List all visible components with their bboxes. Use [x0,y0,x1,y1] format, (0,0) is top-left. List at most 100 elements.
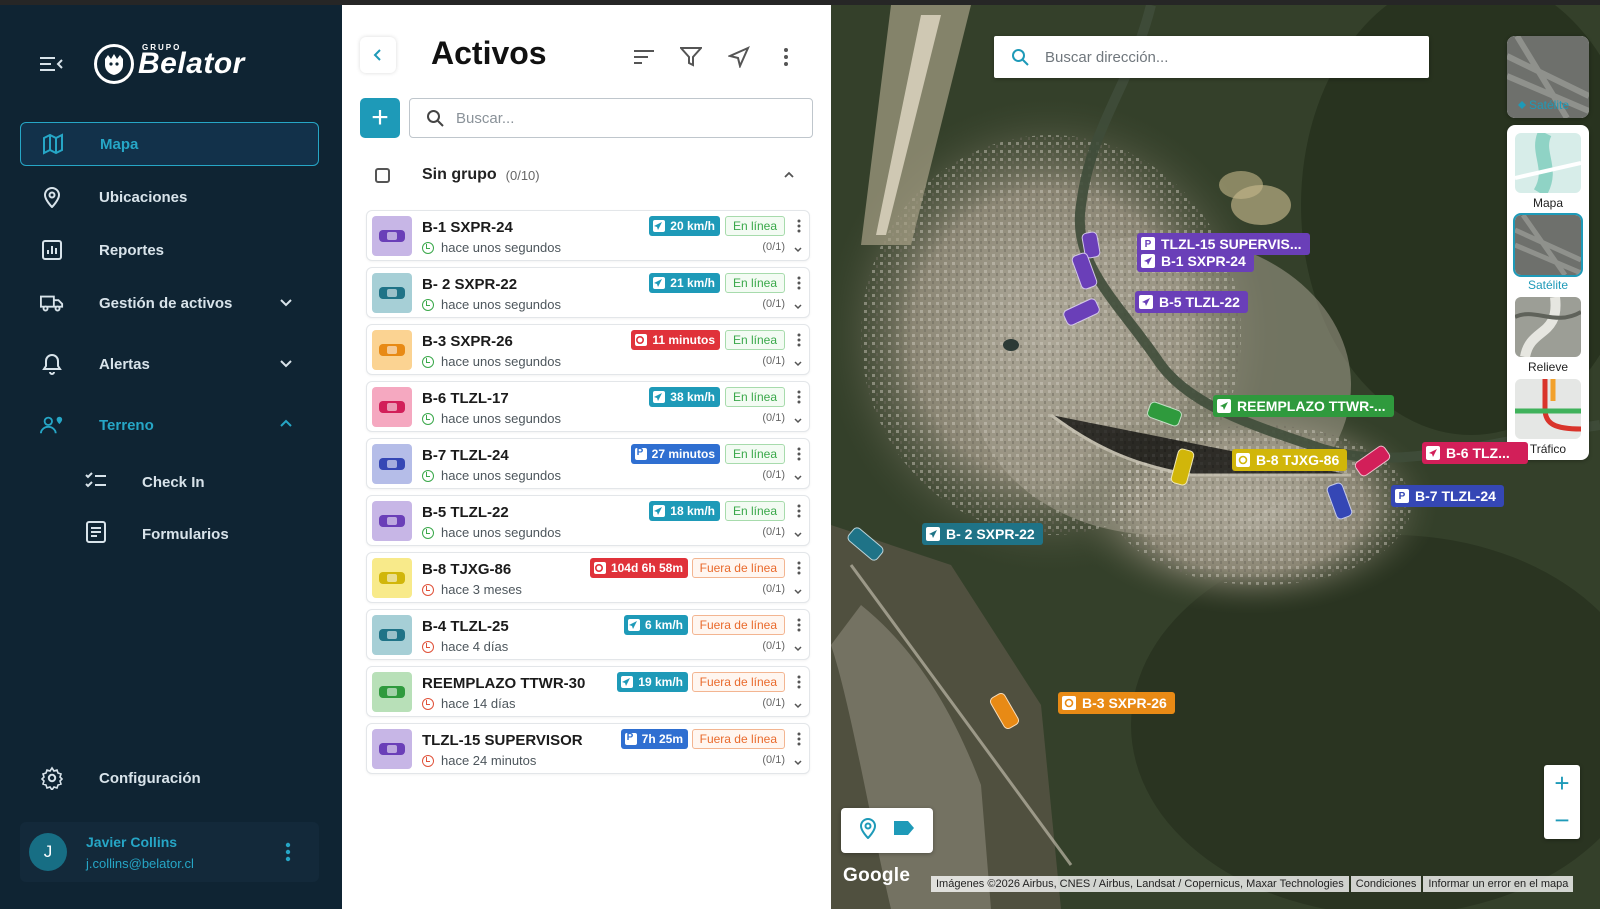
nav-item-ubicaciones[interactable]: Ubicaciones [20,175,319,219]
chevron-down-icon[interactable] [793,242,803,253]
nav-item-mapa[interactable]: Mapa [20,122,319,166]
truck-icon [40,291,64,315]
zoom-out-button[interactable]: − [1544,802,1580,839]
vehicle-thumbnail [372,273,412,313]
vehicle-label[interactable]: B-8 TJXG-86 [1232,449,1348,471]
asset-card[interactable]: B-1 SXPR-24 hace unos segundos 20 km/h En l… [366,210,810,261]
vehicle-label[interactable]: B-1 SXPR-24 [1137,250,1254,272]
asset-fraction: (0/1) [762,640,785,652]
terms-link[interactable]: Condiciones [1350,876,1422,892]
layer-toggle-button[interactable]: Satélite [1507,36,1589,118]
moving-arrow-icon [1141,254,1155,268]
layer-option-satelite[interactable]: Satélite [1513,213,1583,293]
layer-option-mapa[interactable]: Mapa [1515,133,1581,211]
location-pin-icon[interactable] [859,817,877,844]
chevron-down-icon[interactable] [793,470,803,481]
attribution-text: Imágenes ©2026 Airbus, CNES / Airbus, La… [931,876,1349,892]
more-vertical-icon[interactable] [797,675,801,689]
chevron-down-icon[interactable] [793,299,803,310]
nav-item-terreno[interactable]: Terreno [20,403,319,447]
chevron-down-icon[interactable] [793,584,803,595]
menu-collapse-icon[interactable] [38,52,64,76]
nav-item-alertas[interactable]: Alertas [20,342,319,386]
chevron-down-icon[interactable] [793,527,803,538]
layer-current: Satélite [1517,98,1569,112]
speed-badge-text: 38 km/h [670,390,715,404]
more-vertical-icon[interactable] [285,842,291,862]
chevron-down-icon[interactable] [793,755,803,766]
more-vertical-icon[interactable] [797,333,801,347]
logo-small-text: GRUPO [142,43,182,52]
address-search-input[interactable] [1045,48,1415,66]
sort-icon[interactable] [632,45,656,69]
chevron-up-icon[interactable] [780,166,798,184]
chevron-down-icon[interactable] [793,641,803,652]
vehicle-label-text: B-7 TLZL-24 [1415,488,1496,504]
group-select-checkbox[interactable] [375,167,390,183]
filter-icon[interactable] [679,45,703,69]
user-card[interactable]: J Javier Collins j.collins@belator.cl [20,822,319,882]
asset-card[interactable]: TLZL-15 SUPERVISOR hace 24 minutos P 7h 25m… [366,723,810,774]
layer-option-relieve[interactable]: Relieve [1515,297,1581,375]
asset-name: B-1 SXPR-24 [422,219,513,236]
back-button[interactable] [360,37,396,73]
more-vertical-icon[interactable] [797,618,801,632]
zoom-controls: + − [1544,765,1580,839]
car-icon [379,515,405,527]
add-asset-button[interactable]: + [360,98,400,138]
vehicle-label[interactable]: B-3 SXPR-26 [1058,692,1175,714]
navigate-icon[interactable] [727,45,751,69]
map-view[interactable]: Satélite Mapa Satélite Relieve Tráfico [831,5,1600,909]
clock-icon [422,526,434,539]
asset-fraction: (0/1) [762,754,785,766]
asset-card[interactable]: B-6 TLZL-17 hace unos segundos 38 km/h En l… [366,381,810,432]
vehicle-label[interactable]: REEMPLAZO TTWR-... [1213,395,1394,417]
asset-card[interactable]: B-7 TLZL-24 hace unos segundos P 27 minutos… [366,438,810,489]
asset-card[interactable]: B-3 SXPR-26 hace unos segundos 11 minutos E… [366,324,810,375]
vehicle-label[interactable]: B-6 TLZ... [1422,442,1528,464]
nav-item-gestion-activos[interactable]: Gestión de activos [20,281,319,325]
stop-icon [593,562,606,574]
more-vertical-icon[interactable] [797,504,801,518]
vehicle-label[interactable]: B-5 TLZL-22 [1135,291,1248,313]
report-error-link[interactable]: Informar un error en el mapa [1423,876,1574,892]
car-icon [379,287,405,299]
chevron-left-icon [373,49,381,61]
more-vertical-icon[interactable] [797,732,801,746]
chevron-down-icon[interactable] [793,413,803,424]
more-vertical-icon[interactable] [797,561,801,575]
asset-card[interactable]: B-8 TJXG-86 hace 3 meses 104d 6h 58m Fuera … [366,552,810,603]
label-tag-icon[interactable] [892,820,916,841]
more-vertical-icon[interactable] [797,276,801,290]
nav-item-configuracion[interactable]: Configuración [20,756,319,800]
asset-search-input[interactable] [456,109,796,127]
more-vertical-icon[interactable] [774,45,798,69]
moving-arrow-icon [653,277,666,289]
chevron-down-icon[interactable] [793,356,803,367]
more-vertical-icon[interactable] [797,390,801,404]
clock-icon [422,241,434,254]
sub-item-formularios[interactable]: Formularios [84,514,229,554]
sub-item-check-in[interactable]: Check In [84,462,205,502]
speed-badge-text: 27 minutos [651,447,715,461]
address-search [994,36,1429,78]
zoom-in-button[interactable]: + [1544,765,1580,802]
asset-card[interactable]: REEMPLAZO TTWR-30 hace 14 días 19 km/h Fuer… [366,666,810,717]
asset-card[interactable]: B-4 TLZL-25 hace 4 días 6 km/h Fuera de lín… [366,609,810,660]
car-icon [379,743,405,755]
vehicle-label[interactable]: B- 2 SXPR-22 [922,523,1043,545]
chevron-down-icon[interactable] [793,698,803,709]
more-vertical-icon[interactable] [797,447,801,461]
vehicle-label[interactable]: P B-7 TLZL-24 [1391,485,1504,507]
nav-item-reportes[interactable]: Reportes [20,228,319,272]
status-badge: En línea [724,444,785,464]
sub-item-label: Check In [142,473,205,491]
asset-card[interactable]: B- 2 SXPR-22 hace unos segundos 21 km/h En … [366,267,810,318]
clock-icon [422,412,434,425]
status-badge: En línea [724,501,785,521]
moving-arrow-icon [627,619,640,631]
asset-last-update: hace unos segundos [422,240,561,255]
car-icon [379,686,405,698]
more-vertical-icon[interactable] [797,219,801,233]
asset-card[interactable]: B-5 TLZL-22 hace unos segundos 18 km/h En l… [366,495,810,546]
